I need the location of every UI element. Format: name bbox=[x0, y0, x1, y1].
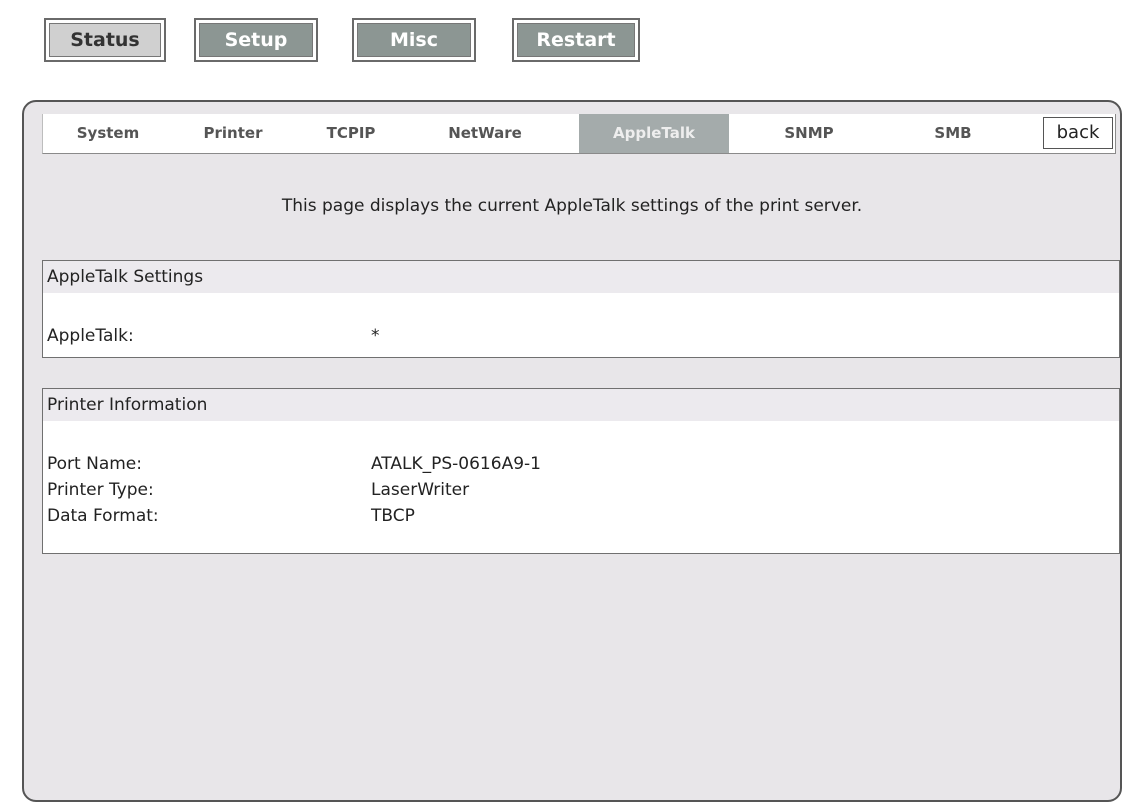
appletalk-row: AppleTalk: * bbox=[43, 323, 1119, 349]
setup-button[interactable]: Setup bbox=[194, 18, 318, 62]
tab-netware[interactable]: NetWare bbox=[425, 114, 545, 153]
tab-bar: System Printer TCPIP NetWare AppleTalk S… bbox=[42, 114, 1116, 154]
appletalk-label: AppleTalk: bbox=[47, 326, 134, 346]
restart-button-label: Restart bbox=[517, 23, 635, 57]
tab-appletalk[interactable]: AppleTalk bbox=[579, 114, 729, 153]
back-button[interactable]: back bbox=[1043, 117, 1113, 149]
tab-smb[interactable]: SMB bbox=[903, 114, 1003, 153]
printer-information-section: Printer Information Port Name: ATALK_PS-… bbox=[42, 388, 1120, 554]
page-root: Status Setup Misc Restart System Printer… bbox=[0, 0, 1140, 812]
restart-button[interactable]: Restart bbox=[512, 18, 640, 62]
status-button[interactable]: Status bbox=[44, 18, 166, 62]
printer-type-value: LaserWriter bbox=[371, 480, 470, 500]
main-panel: System Printer TCPIP NetWare AppleTalk S… bbox=[22, 100, 1122, 802]
misc-button-label: Misc bbox=[357, 23, 471, 57]
data-format-row: Data Format: TBCP bbox=[43, 503, 1119, 529]
page-description: This page displays the current AppleTalk… bbox=[281, 196, 863, 216]
port-name-label: Port Name: bbox=[47, 454, 142, 474]
tab-tcpip[interactable]: TCPIP bbox=[301, 114, 401, 153]
status-button-label: Status bbox=[49, 23, 161, 57]
tab-printer[interactable]: Printer bbox=[183, 114, 283, 153]
data-format-value: TBCP bbox=[371, 506, 415, 526]
tab-system[interactable]: System bbox=[53, 114, 163, 153]
port-name-row: Port Name: ATALK_PS-0616A9-1 bbox=[43, 451, 1119, 477]
section-title: Printer Information bbox=[43, 389, 1119, 421]
port-name-value: ATALK_PS-0616A9-1 bbox=[371, 454, 541, 474]
data-format-label: Data Format: bbox=[47, 506, 159, 526]
appletalk-value: * bbox=[371, 326, 380, 346]
printer-type-row: Printer Type: LaserWriter bbox=[43, 477, 1119, 503]
printer-type-label: Printer Type: bbox=[47, 480, 154, 500]
tab-snmp[interactable]: SNMP bbox=[759, 114, 859, 153]
appletalk-settings-section: AppleTalk Settings AppleTalk: * bbox=[42, 260, 1120, 358]
setup-button-label: Setup bbox=[199, 23, 313, 57]
section-title: AppleTalk Settings bbox=[43, 261, 1119, 293]
misc-button[interactable]: Misc bbox=[352, 18, 476, 62]
